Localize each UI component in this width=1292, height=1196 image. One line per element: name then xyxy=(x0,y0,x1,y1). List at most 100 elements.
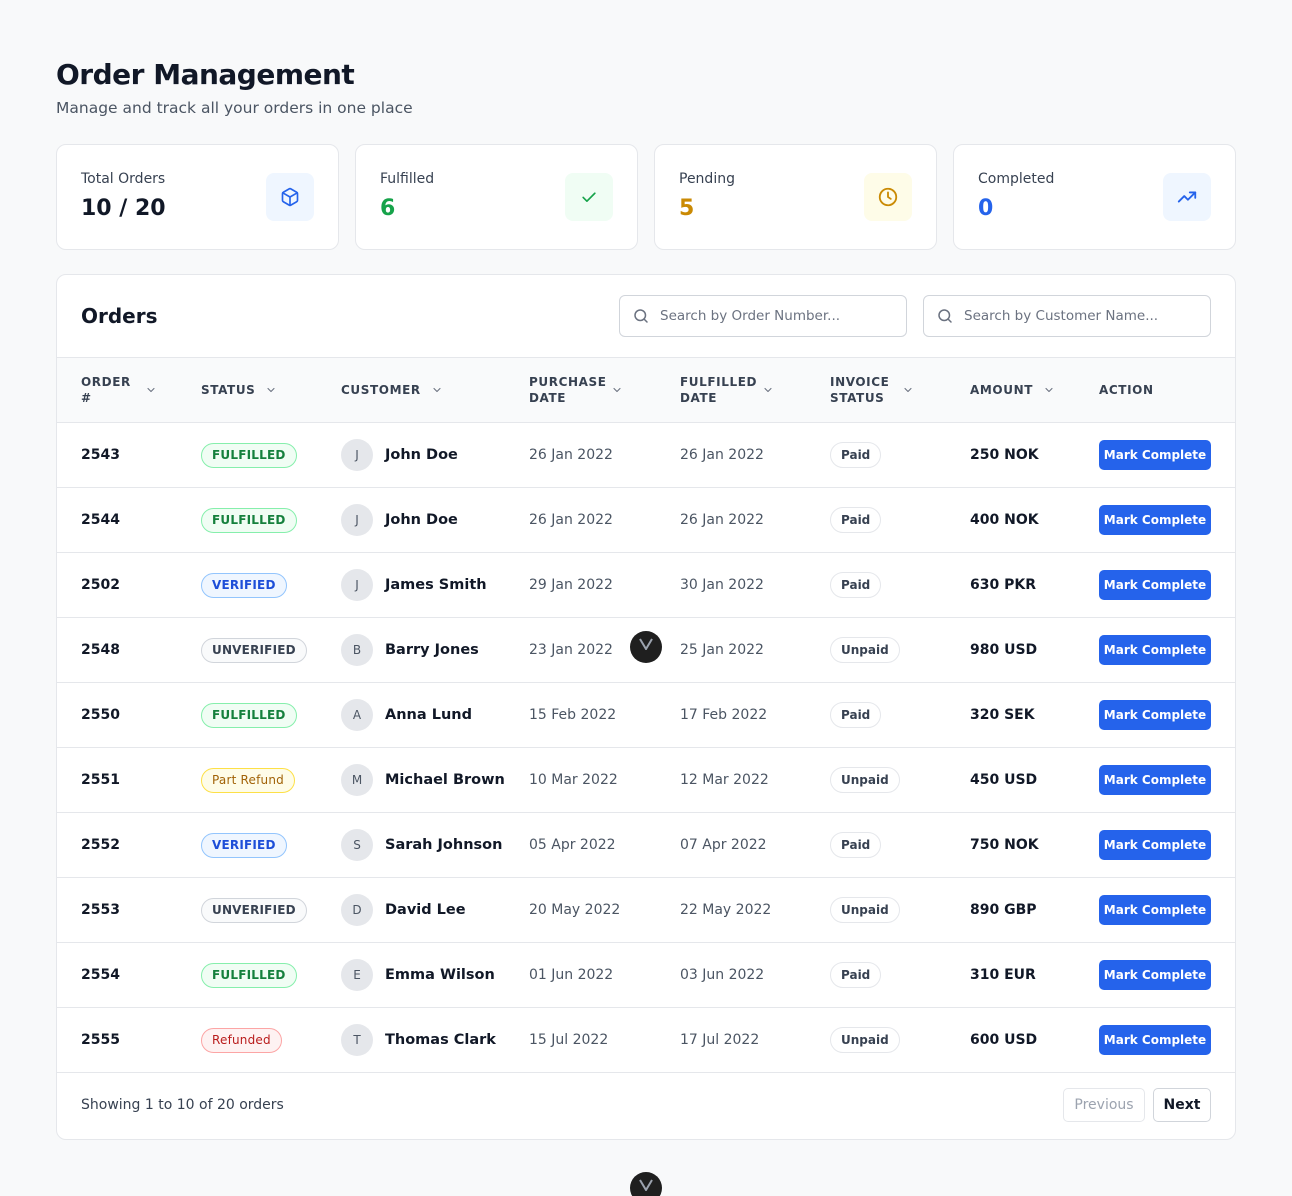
mark-complete-button[interactable]: Mark Complete xyxy=(1099,960,1211,990)
header-label: Fulfilled Date xyxy=(680,375,758,405)
chevron-down-icon[interactable] xyxy=(145,384,157,396)
page-title: Order Management xyxy=(56,58,355,91)
table-row: 2551 Part Refund M Michael Brown 10 Mar 2022… xyxy=(57,748,1235,813)
purchase-date: 20 May 2022 xyxy=(529,902,621,918)
mark-complete-button[interactable]: Mark Complete xyxy=(1099,700,1211,730)
mark-complete-button[interactable]: Mark Complete xyxy=(1099,765,1211,795)
fulfilled-date: 25 Jan 2022 xyxy=(680,642,764,658)
amount: 310 EUR xyxy=(970,967,1036,983)
customer-name: John Doe xyxy=(385,447,458,463)
next-button[interactable]: Next xyxy=(1153,1088,1211,1122)
customer-name: Emma Wilson xyxy=(385,967,495,983)
mark-complete-button[interactable]: Mark Complete xyxy=(1099,505,1211,535)
customer-name: Barry Jones xyxy=(385,642,479,658)
status-badge: VERIFIED xyxy=(201,572,287,598)
header-label: Order # xyxy=(81,375,131,405)
mark-complete-button[interactable]: Mark Complete xyxy=(1099,830,1211,860)
avatar: E xyxy=(341,959,373,991)
purchase-date: 26 Jan 2022 xyxy=(529,512,613,528)
amount: 250 NOK xyxy=(970,447,1039,463)
chevron-down-icon[interactable] xyxy=(431,384,443,396)
header-customer[interactable]: Customer xyxy=(341,358,443,422)
amount: 320 SEK xyxy=(970,707,1035,723)
amount: 980 USD xyxy=(970,642,1038,658)
invoice-status-badge: Unpaid xyxy=(830,897,900,923)
pagination-summary: Showing 1 to 10 of 20 orders xyxy=(81,1097,284,1113)
fulfilled-date: 12 Mar 2022 xyxy=(680,772,769,788)
customer-name: David Lee xyxy=(385,902,466,918)
avatar: J xyxy=(341,504,373,536)
avatar: D xyxy=(341,894,373,926)
chevron-down-icon[interactable] xyxy=(902,384,914,396)
status-badge: UNVERIFIED xyxy=(201,637,307,663)
stat-card-completed: Completed 0 xyxy=(953,144,1236,250)
chevron-down-icon[interactable] xyxy=(762,384,774,396)
chevron-down-icon[interactable] xyxy=(1043,384,1055,396)
order-number: 2553 xyxy=(81,902,120,918)
amount: 890 GBP xyxy=(970,902,1037,918)
table-footer: Showing 1 to 10 of 20 orders Previous Ne… xyxy=(57,1073,1235,1139)
mark-complete-button[interactable]: Mark Complete xyxy=(1099,635,1211,665)
purchase-date: 15 Jul 2022 xyxy=(529,1032,609,1048)
table-row: 2502 VERIFIED J James Smith 29 Jan 2022 30 Ja… xyxy=(57,553,1235,618)
header-fulfilled-date[interactable]: Fulfilled Date xyxy=(680,358,774,422)
table-row: 2544 FULFILLED J John Doe 26 Jan 2022 26 Jan … xyxy=(57,488,1235,553)
fulfilled-date: 07 Apr 2022 xyxy=(680,837,767,853)
amount: 400 NOK xyxy=(970,512,1039,528)
status-badge: FULFILLED xyxy=(201,962,297,988)
purchase-date: 23 Jan 2022 xyxy=(529,642,613,658)
clock-icon xyxy=(864,173,912,221)
table-row: 2543 FULFILLED J John Doe 26 Jan 2022 26 Jan … xyxy=(57,423,1235,488)
table-row: 2552 VERIFIED S Sarah Johnson 05 Apr 2022 07 … xyxy=(57,813,1235,878)
search-customer-input[interactable] xyxy=(964,308,1194,324)
page-subtitle: Manage and track all your orders in one … xyxy=(56,99,413,117)
status-badge: FULFILLED xyxy=(201,702,297,728)
amount: 450 USD xyxy=(970,772,1038,788)
fulfilled-date: 26 Jan 2022 xyxy=(680,512,764,528)
chevron-down-icon[interactable] xyxy=(265,384,277,396)
header-purchase-date[interactable]: Purchase Date xyxy=(529,358,623,422)
table-row: 2550 FULFILLED A Anna Lund 15 Feb 2022 17 Feb… xyxy=(57,683,1235,748)
purchase-date: 26 Jan 2022 xyxy=(529,447,613,463)
fulfilled-date: 30 Jan 2022 xyxy=(680,577,764,593)
box-icon xyxy=(266,173,314,221)
previous-button[interactable]: Previous xyxy=(1063,1088,1145,1122)
header-order[interactable]: Order # xyxy=(81,358,157,422)
customer-name: Thomas Clark xyxy=(385,1032,496,1048)
mark-complete-button[interactable]: Mark Complete xyxy=(1099,895,1211,925)
avatar: B xyxy=(341,634,373,666)
floating-dev-badge[interactable] xyxy=(630,1172,662,1196)
mark-complete-button[interactable]: Mark Complete xyxy=(1099,1025,1211,1055)
avatar: J xyxy=(341,439,373,471)
order-number: 2555 xyxy=(81,1032,120,1048)
chevron-down-icon[interactable] xyxy=(611,384,623,396)
mark-complete-button[interactable]: Mark Complete xyxy=(1099,440,1211,470)
orders-title: Orders xyxy=(81,304,158,328)
status-badge: FULFILLED xyxy=(201,507,297,533)
invoice-status-badge: Paid xyxy=(830,507,882,533)
order-number: 2554 xyxy=(81,967,120,983)
status-badge: VERIFIED xyxy=(201,832,287,858)
header-invoice-status[interactable]: Invoice Status xyxy=(830,358,914,422)
amount: 630 PKR xyxy=(970,577,1036,593)
fulfilled-date: 22 May 2022 xyxy=(680,902,772,918)
invoice-status-badge: Paid xyxy=(830,572,882,598)
header-action: Action xyxy=(1099,358,1154,422)
check-icon xyxy=(565,173,613,221)
header-status[interactable]: Status xyxy=(201,358,277,422)
table-body: 2543 FULFILLED J John Doe 26 Jan 2022 26 Jan … xyxy=(57,423,1235,1073)
search-order-input[interactable] xyxy=(660,308,890,324)
orders-card: Orders Order # Status Customer Purchase Dat… xyxy=(56,274,1236,1140)
purchase-date: 10 Mar 2022 xyxy=(529,772,618,788)
header-amount[interactable]: Amount xyxy=(970,358,1055,422)
avatar: A xyxy=(341,699,373,731)
floating-dev-badge[interactable] xyxy=(630,631,662,663)
header-label: Purchase Date xyxy=(529,375,607,405)
search-order-box xyxy=(619,295,907,337)
order-number: 2548 xyxy=(81,642,120,658)
header-label: Customer xyxy=(341,383,421,397)
fulfilled-date: 17 Feb 2022 xyxy=(680,707,768,723)
order-number: 2502 xyxy=(81,577,120,593)
invoice-status-badge: Paid xyxy=(830,832,882,858)
mark-complete-button[interactable]: Mark Complete xyxy=(1099,570,1211,600)
